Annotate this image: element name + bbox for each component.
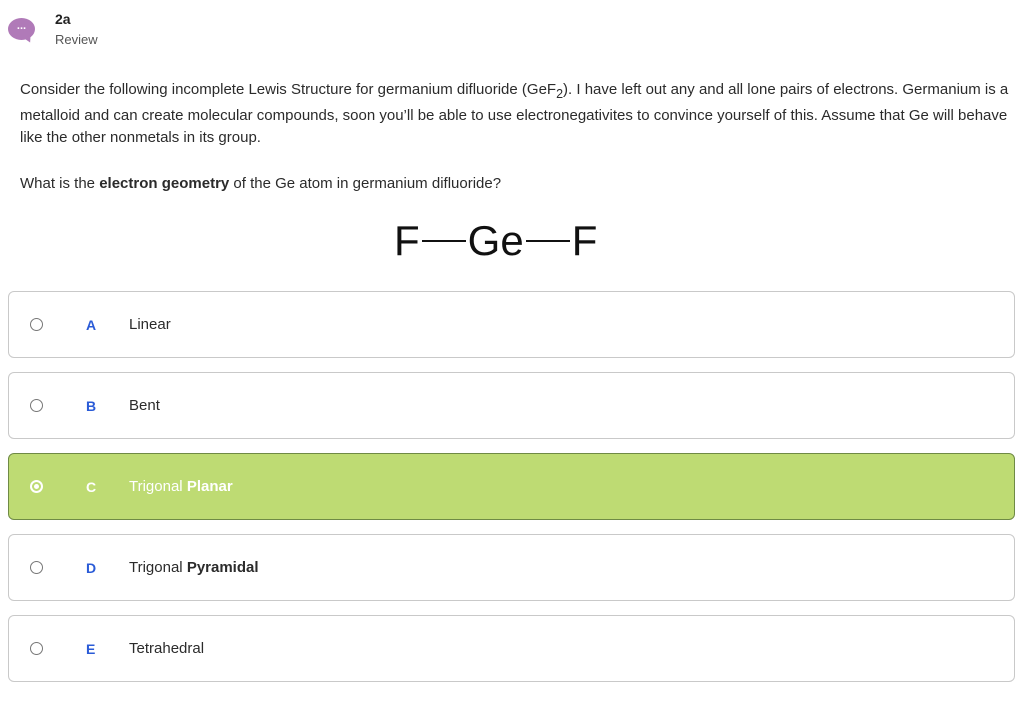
title-block: 2a Review [55,8,98,50]
option-label: Linear [129,316,171,333]
question-text: Consider the following incomplete Lewis … [20,79,1010,149]
prompt-before: What is the [20,175,100,192]
left-bond [421,240,466,242]
answer-option-a[interactable]: A Linear [8,291,1015,358]
radio-button-selected[interactable] [30,480,43,493]
left-atom: F [394,217,420,264]
right-bond [525,240,570,242]
lewis-structure: F Ge F [394,216,597,266]
chat-bubble-icon: ... [8,18,36,45]
option-letter: B [86,397,97,414]
question-prompt: What is the electron geometry of the Ge … [20,173,501,195]
prompt-after: of the Ge atom in germanium difluoride? [229,175,502,192]
question-text-before: Consider the following incomplete Lewis … [20,81,557,98]
option-label: Tetrahedral [129,640,205,657]
question-subscript: 2 [556,87,564,101]
prompt-bold: electron geometry [99,175,230,192]
question-header: ... 2a Review [8,8,98,50]
option-text: Linear [129,316,171,333]
center-atom: Ge [467,217,524,264]
right-atom: F [571,217,598,264]
option-text: Tetrahedral [129,640,204,657]
option-label: Trigonal [129,559,187,576]
option-letter: A [86,316,97,333]
option-text: Bent [129,397,160,414]
option-label: Bent [129,397,160,414]
option-letter: D [86,559,97,576]
option-label-bold: Planar [186,478,233,495]
radio-button[interactable] [30,399,43,412]
question-subtitle: Review [55,32,98,47]
question-title: 2a [55,11,71,27]
option-letter: E [86,640,96,657]
radio-button[interactable] [30,318,43,331]
option-letter: C [86,478,97,495]
radio-button[interactable] [30,642,43,655]
option-label: Trigonal [129,478,187,495]
answer-option-c[interactable]: C Trigonal Planar [8,453,1015,520]
option-label-bold: Pyramidal [186,559,259,576]
answer-option-d[interactable]: D Trigonal Pyramidal [8,534,1015,601]
answer-option-e[interactable]: E Tetrahedral [8,615,1015,682]
answer-option-b[interactable]: B Bent [8,372,1015,439]
option-text: Trigonal Pyramidal [129,559,259,576]
option-text: Trigonal Planar [129,478,233,495]
radio-button[interactable] [30,561,43,574]
